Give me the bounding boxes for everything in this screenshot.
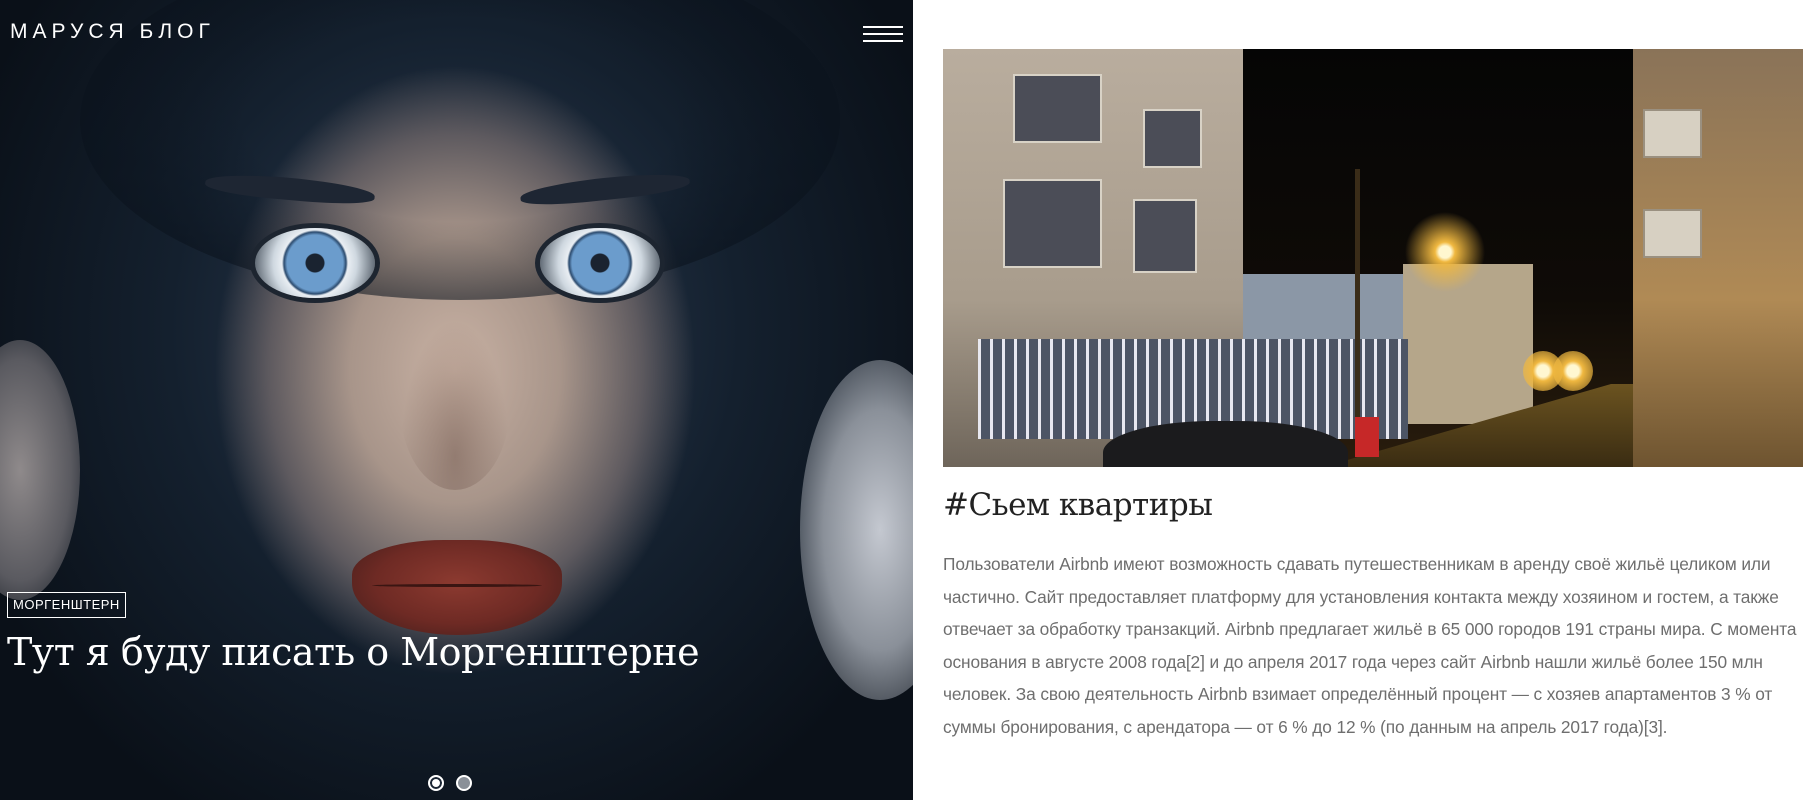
photo-building-middle-2 xyxy=(1403,264,1533,424)
hero-image-lips xyxy=(352,540,562,635)
photo-pole xyxy=(1355,169,1360,419)
menu-line xyxy=(863,26,903,28)
photo-trash-bin xyxy=(1355,417,1379,457)
photo-ac-unit xyxy=(1643,109,1702,158)
photo-building-right xyxy=(1633,49,1803,467)
menu-line xyxy=(863,33,903,35)
photo-ac-unit xyxy=(1643,209,1702,258)
article-body: Пользователи Airbnb имеют возможность сд… xyxy=(943,554,1797,737)
hamburger-menu-icon[interactable] xyxy=(863,24,903,44)
hero-image-left-hand xyxy=(0,340,80,600)
photo-window xyxy=(1143,109,1202,168)
slider-dot-2[interactable] xyxy=(456,775,472,791)
hero-category-tag[interactable]: МОРГЕНШТЕРН xyxy=(7,592,126,618)
hero-title[interactable]: Тут я буду писать о Моргенштерне xyxy=(7,630,700,674)
hero-image-left-eye xyxy=(255,228,375,298)
photo-window xyxy=(1133,199,1197,273)
hero-image-right-hand xyxy=(800,360,913,700)
menu-line xyxy=(863,40,903,42)
slider-dot-1[interactable] xyxy=(428,775,444,791)
photo-window xyxy=(1013,74,1102,143)
hero-image-hood xyxy=(80,0,840,300)
site-brand[interactable]: МАРУСЯ БЛОГ xyxy=(10,20,215,44)
photo-street-lamp xyxy=(1553,351,1593,391)
article-image xyxy=(943,49,1803,467)
hero-image-right-eye xyxy=(540,228,660,298)
photo-window xyxy=(1003,179,1102,268)
article-title[interactable]: #Сьем квартиры xyxy=(943,487,1213,523)
photo-street-lamp xyxy=(1405,212,1485,292)
hero-image-nose xyxy=(400,320,510,490)
hero-slider: МАРУСЯ БЛОГ МОРГЕНШТЕРН Тут я буду писат… xyxy=(0,0,913,800)
